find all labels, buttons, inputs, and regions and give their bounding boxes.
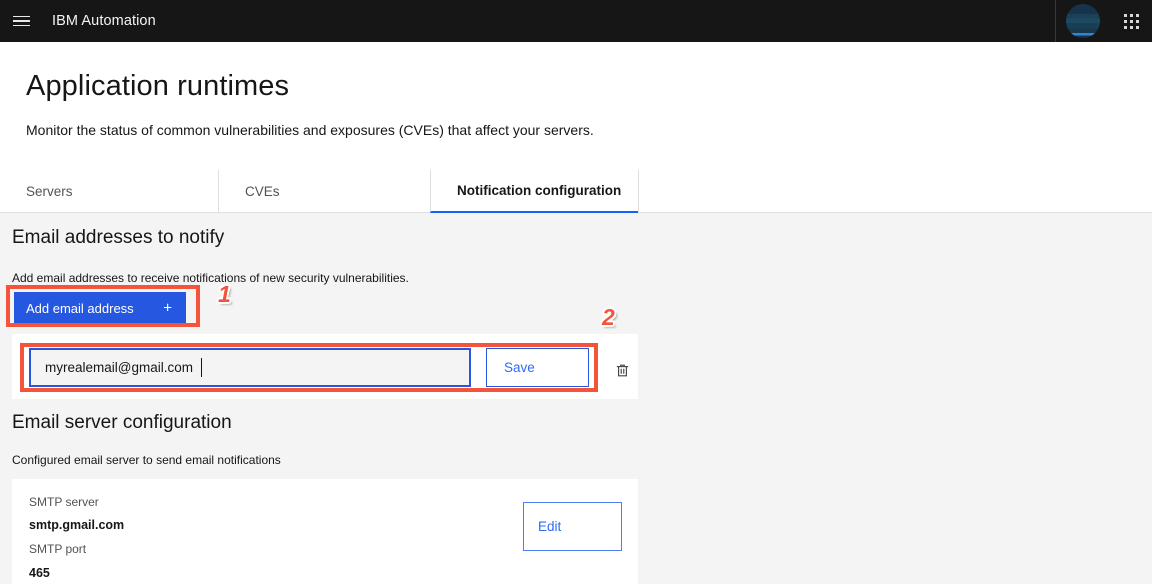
top-nav-right-group [1055,0,1152,42]
delete-email-button[interactable] [609,357,635,383]
smtp-port-value: 465 [29,566,50,580]
email-input-wrapper [29,348,471,387]
tab-bar: Servers CVEs Notification configuration [0,170,1152,213]
add-email-address-button[interactable]: Add email address + [14,292,186,324]
tab-cves-label: CVEs [245,183,280,199]
page-subtitle: Monitor the status of common vulnerabili… [26,122,594,138]
email-section-description: Add email addresses to receive notificat… [12,271,409,285]
plus-icon: + [163,299,172,317]
add-email-address-label: Add email address [26,300,134,316]
trash-icon [616,364,628,376]
tab-cves[interactable]: CVEs [218,170,430,213]
tab-notification-configuration[interactable]: Notification configuration [430,170,638,213]
edit-smtp-label: Edit [538,519,562,534]
smtp-port-label: SMTP port [29,542,87,556]
app-title: IBM Automation [52,13,156,29]
tab-bar-filler [638,170,1152,213]
top-navigation-bar: IBM Automation [0,0,1152,42]
app-switcher-icon[interactable] [1110,0,1152,42]
app-switcher-grid [1123,13,1139,29]
tab-servers[interactable]: Servers [0,170,218,213]
save-email-label: Save [504,360,535,375]
edit-smtp-button[interactable]: Edit [523,502,622,551]
email-address-row: Save [12,334,638,399]
smtp-configuration-card: SMTP server smtp.gmail.com SMTP port 465… [12,479,638,584]
server-section-title: Email server configuration [12,412,232,433]
hamburger-menu-icon[interactable] [0,0,42,42]
save-email-button[interactable]: Save [486,348,589,387]
page-title: Application runtimes [26,70,290,102]
email-section-title: Email addresses to notify [12,227,225,248]
tab-servers-label: Servers [26,183,73,199]
main-content: Email addresses to notify Add email addr… [0,213,1152,584]
user-avatar[interactable] [1056,0,1110,42]
avatar-image [1066,4,1100,38]
smtp-server-value: smtp.gmail.com [29,518,125,532]
server-section-description: Configured email server to send email no… [12,453,281,467]
tab-notification-configuration-label: Notification configuration [457,183,622,198]
smtp-server-label: SMTP server [29,495,99,509]
text-caret [201,358,202,377]
email-address-input[interactable] [29,348,471,387]
